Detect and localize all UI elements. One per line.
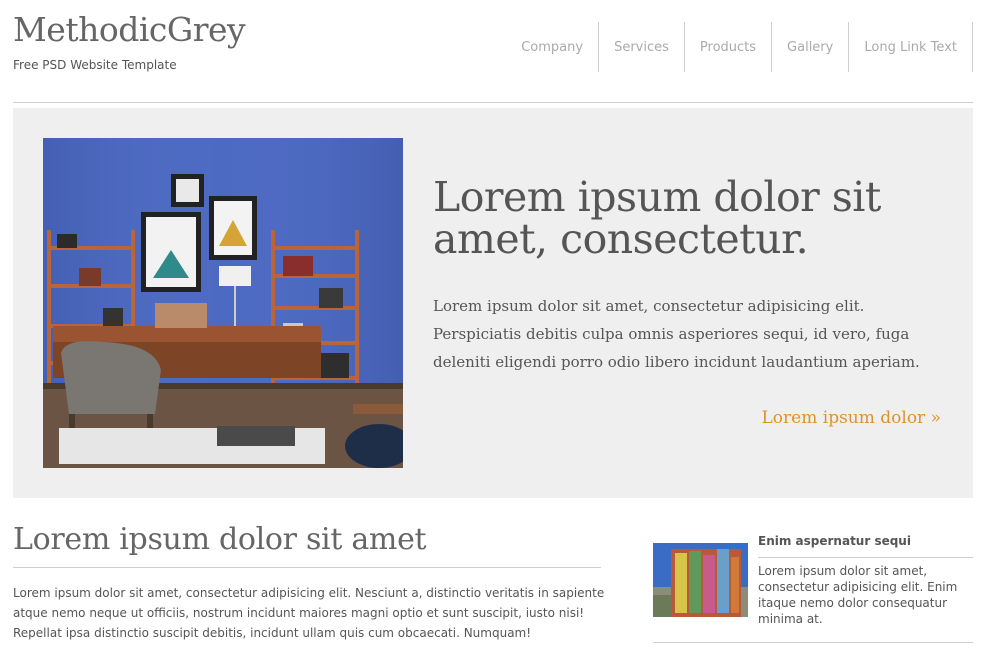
site-tagline: Free PSD Website Template: [13, 58, 177, 72]
main-title-divider: [13, 567, 601, 568]
nav-item-services[interactable]: Services: [599, 22, 685, 72]
page: MethodicGrey Free PSD Website Template C…: [0, 0, 990, 656]
sidebar-title-divider: [758, 557, 973, 558]
main-nav: Company Services Products Gallery Long L…: [506, 22, 973, 72]
nav-item-long-link-text[interactable]: Long Link Text: [849, 22, 973, 72]
hero-title: Lorem ipsum dolor sit amet, consectetur.: [433, 173, 881, 263]
nav-item-company[interactable]: Company: [506, 22, 600, 72]
hero-text: Lorem ipsum dolor sit amet, consectetur …: [433, 297, 920, 371]
room-illustration: [43, 138, 403, 468]
hero-section: Lorem ipsum dolor sit amet, consectetur.…: [13, 108, 973, 498]
main-text: Lorem ipsum dolor sit amet, consectetur …: [13, 586, 605, 640]
hero-image: [43, 138, 403, 468]
header-divider: [13, 102, 973, 103]
main-title: Lorem ipsum dolor sit amet: [13, 522, 427, 557]
sidebar-item-title[interactable]: Enim aspernatur sequi: [758, 534, 911, 548]
sidebar-thumbnail[interactable]: [653, 543, 748, 617]
sidebar-divider: [653, 642, 973, 643]
hero-read-more-link[interactable]: Lorem ipsum dolor »: [762, 408, 941, 428]
site-logo[interactable]: MethodicGrey: [13, 10, 246, 49]
nav-item-products[interactable]: Products: [685, 22, 773, 72]
nav-item-gallery[interactable]: Gallery: [772, 22, 850, 72]
building-thumbnail-image: [653, 543, 748, 617]
sidebar-item-text: Lorem ipsum dolor sit amet, consectetur …: [758, 564, 958, 626]
